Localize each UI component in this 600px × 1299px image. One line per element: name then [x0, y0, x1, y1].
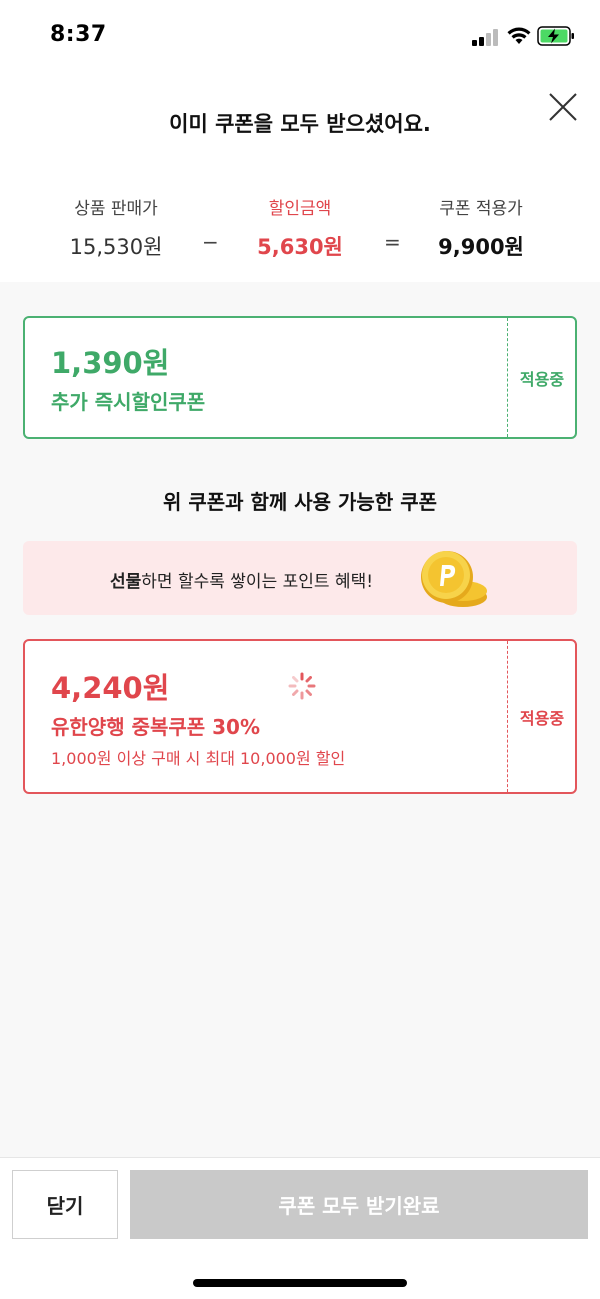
coupon-apply-status[interactable]: 적용중: [509, 641, 575, 792]
close-button[interactable]: 닫기: [12, 1170, 118, 1239]
price-summary: 상품 판매가 15,530원 − 할인금액 5,630원 = 쿠폰 적용가 9,…: [0, 172, 600, 282]
coupon-divider: [507, 318, 508, 437]
coupon-name: 추가 즉시할인쿠폰: [51, 390, 206, 414]
gift-points-banner[interactable]: 선물하면 할수록 쌓이는 포인트 혜택!: [23, 541, 577, 615]
close-icon[interactable]: [546, 90, 580, 124]
equals-sign: =: [384, 230, 401, 254]
coupon-duplicate-30[interactable]: 4,240원 유한양행 중복쿠폰 30% 1,000원 이상 구매 시 최대 1…: [23, 639, 577, 794]
coupon-instant-discount[interactable]: 1,390원 추가 즉시할인쿠폰 적용중: [23, 316, 577, 439]
coupon-amount: 4,240원: [51, 671, 170, 705]
home-indicator[interactable]: [193, 1279, 407, 1287]
coupon-condition: 1,000원 이상 구매 시 최대 10,000원 할인: [51, 749, 346, 768]
promo-text-rest: 하면 할수록 쌓이는 포인트 혜택!: [141, 572, 374, 592]
modal-header: 이미 쿠폰을 모두 받으셨어요.: [0, 72, 600, 172]
loading-spinner-icon: [288, 672, 316, 700]
battery-charging-icon: [537, 26, 574, 46]
section-title: 위 쿠폰과 함께 사용 가능한 쿠폰: [162, 490, 437, 514]
final-price-value: 9,900원: [438, 235, 524, 259]
final-price: 쿠폰 적용가 9,900원: [425, 194, 537, 261]
original-price: 상품 판매가 15,530원: [60, 194, 172, 261]
bottom-action-bar: 닫기 쿠폰 모두 받기완료: [0, 1157, 600, 1299]
coupon-divider: [507, 641, 508, 792]
original-price-label: 상품 판매가: [74, 199, 158, 219]
final-price-label: 쿠폰 적용가: [439, 199, 523, 219]
discount-amount: 할인금액 5,630원: [245, 194, 355, 261]
page-title: 이미 쿠폰을 모두 받으셨어요.: [169, 112, 431, 136]
cellular-signal-icon: [472, 28, 502, 46]
discount-label: 할인금액: [268, 199, 332, 219]
discount-value: 5,630원: [257, 235, 343, 259]
coupon-apply-status[interactable]: 적용중: [509, 318, 575, 437]
promo-text: 선물하면 할수록 쌓이는 포인트 혜택!: [110, 567, 373, 592]
coupon-amount: 1,390원: [51, 346, 170, 380]
coupon-list: 1,390원 추가 즉시할인쿠폰 적용중 위 쿠폰과 함께 사용 가능한 쿠폰 …: [0, 282, 600, 1157]
all-coupons-received-button[interactable]: 쿠폰 모두 받기완료: [130, 1170, 588, 1239]
minus-sign: −: [202, 230, 219, 254]
promo-text-bold: 선물: [110, 572, 142, 592]
wifi-icon: [507, 27, 531, 44]
point-coin-icon: [421, 551, 487, 607]
status-time: 8:37: [50, 22, 107, 47]
original-price-value: 15,530원: [69, 235, 163, 259]
coupon-name: 유한양행 중복쿠폰 30%: [51, 715, 260, 739]
status-bar: 8:37: [0, 0, 600, 72]
